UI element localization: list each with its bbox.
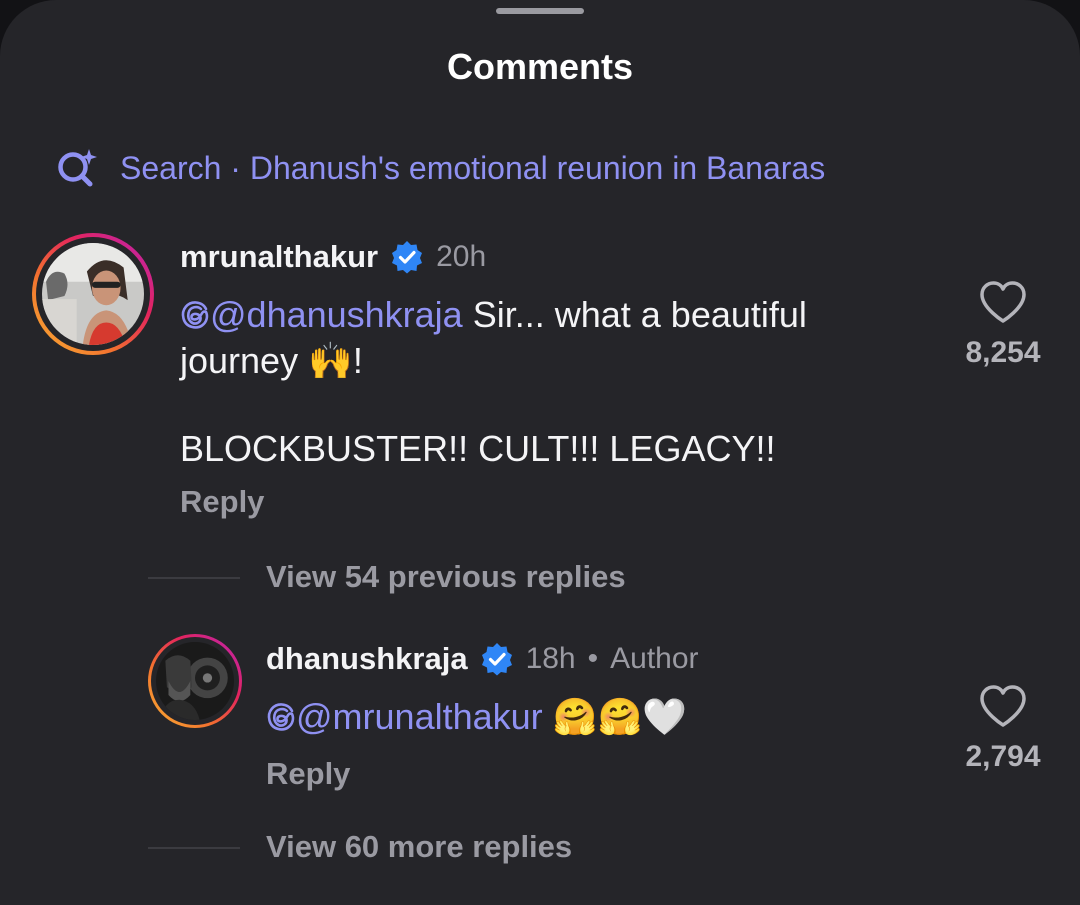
heart-outline-icon[interactable] bbox=[979, 280, 1027, 324]
comments-sheet: Comments Search · Dhanush's emotional re… bbox=[0, 0, 1080, 905]
drag-handle[interactable] bbox=[496, 8, 584, 14]
sheet-title: Comments bbox=[446, 46, 634, 87]
reply-body: @mrunalthakur 🤗🤗🤍 bbox=[266, 694, 906, 740]
comment-header: mrunalthakur 20h bbox=[180, 236, 486, 278]
reply-like-control: 2,794 bbox=[948, 684, 1058, 774]
separator-dot: • bbox=[587, 642, 599, 675]
comment-body-line3: BLOCKBUSTER!! CULT!!! LEGACY!! bbox=[180, 428, 776, 469]
divider bbox=[148, 847, 240, 849]
like-control: 8,254 bbox=[948, 280, 1058, 370]
mention-link[interactable]: @mrunalthakur bbox=[266, 696, 543, 737]
reply-username[interactable]: dhanushkraja bbox=[266, 641, 468, 677]
reply-emojis: 🤗🤗🤍 bbox=[552, 696, 688, 737]
like-count: 8,254 bbox=[965, 336, 1041, 369]
comment-body: @dhanushkraja Sir... what a beautiful jo… bbox=[180, 292, 900, 472]
reply-avatar[interactable] bbox=[148, 634, 242, 728]
reply-button[interactable]: Reply bbox=[180, 484, 264, 520]
comment-body-line2: journey 🙌! bbox=[180, 340, 363, 381]
view-more-replies-link[interactable]: View 60 more replies bbox=[266, 829, 572, 865]
search-suggestion[interactable]: Search · Dhanush's emotional reunion in … bbox=[56, 146, 825, 190]
reply-header: dhanushkraja 18h • Author bbox=[266, 638, 699, 680]
ai-search-icon bbox=[58, 149, 97, 187]
threads-icon bbox=[267, 703, 295, 731]
comment-username[interactable]: mrunalthakur bbox=[180, 239, 378, 275]
comment-time: 20h bbox=[436, 240, 487, 273]
heart-outline-icon[interactable] bbox=[979, 684, 1027, 728]
reply-button[interactable]: Reply bbox=[266, 756, 350, 792]
divider bbox=[148, 577, 240, 579]
like-count: 2,794 bbox=[965, 740, 1041, 773]
verified-badge-icon bbox=[392, 241, 423, 274]
reply-time: 18h bbox=[525, 642, 576, 675]
mention-link[interactable]: @dhanushkraja bbox=[180, 294, 463, 335]
verified-badge-icon bbox=[481, 643, 512, 676]
view-previous-replies-link[interactable]: View 54 previous replies bbox=[266, 559, 626, 595]
search-suggestion-text: Search · Dhanush's emotional reunion in … bbox=[120, 149, 826, 186]
author-tag: Author bbox=[610, 642, 699, 675]
avatar[interactable] bbox=[32, 233, 154, 355]
threads-icon bbox=[181, 301, 209, 329]
